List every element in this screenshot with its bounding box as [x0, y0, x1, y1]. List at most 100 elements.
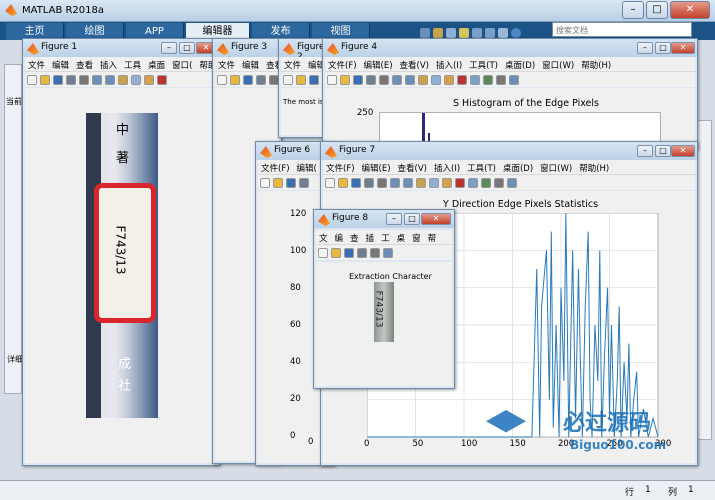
- figure4-window[interactable]: Figure 4 – □ ✕ 文件(F) 编辑(E) 查看(V) 插入(I) 工具(T) 桌面…: [322, 38, 698, 153]
- brush-icon[interactable]: [157, 75, 167, 85]
- menu-item[interactable]: 桌面: [148, 59, 165, 71]
- figure7-titlebar[interactable]: Figure 7 – □ ✕: [321, 142, 697, 160]
- paste-icon[interactable]: [459, 28, 469, 38]
- data-cursor-icon[interactable]: [442, 178, 452, 188]
- menu-item[interactable]: 窗口(: [172, 59, 192, 71]
- zoom-out-icon[interactable]: [105, 75, 115, 85]
- figure8-close[interactable]: ✕: [421, 213, 451, 225]
- menu-item[interactable]: 文: [319, 232, 328, 244]
- open-icon[interactable]: [331, 248, 341, 258]
- menu-item[interactable]: 文件(F): [261, 162, 290, 174]
- figure1-titlebar[interactable]: Figure 1 – □ ✕: [23, 39, 219, 57]
- new-figure-icon[interactable]: [325, 178, 335, 188]
- figure4-minimize[interactable]: –: [637, 42, 653, 54]
- search-documentation-input[interactable]: 搜索文档: [552, 22, 692, 37]
- new-figure-icon[interactable]: [217, 75, 227, 85]
- menu-item[interactable]: 帮: [428, 232, 437, 244]
- new-figure-icon[interactable]: [327, 75, 337, 85]
- figure8-minimize[interactable]: –: [386, 213, 402, 225]
- minimize-button[interactable]: –: [622, 1, 644, 19]
- save-icon[interactable]: [353, 75, 363, 85]
- new-figure-icon[interactable]: [27, 75, 37, 85]
- maximize-button[interactable]: □: [646, 1, 668, 19]
- zoom-in-icon[interactable]: [383, 248, 393, 258]
- rotate-icon[interactable]: [429, 178, 439, 188]
- dock-icon[interactable]: [509, 75, 519, 85]
- pan-icon[interactable]: [418, 75, 428, 85]
- legend-icon[interactable]: [496, 75, 506, 85]
- menu-item[interactable]: 文件: [28, 59, 45, 71]
- undo-icon[interactable]: [472, 28, 482, 38]
- figure8-maximize[interactable]: □: [404, 213, 420, 225]
- figure7-maximize[interactable]: □: [655, 145, 671, 157]
- menu-item[interactable]: 桌: [397, 232, 406, 244]
- menu-item[interactable]: 工: [381, 232, 390, 244]
- save-icon[interactable]: [344, 248, 354, 258]
- brush-icon[interactable]: [455, 178, 465, 188]
- figure8-titlebar[interactable]: Figure 8 – □ ✕: [314, 210, 454, 228]
- menu-item[interactable]: 窗口(W): [542, 59, 574, 71]
- figure1-minimize[interactable]: –: [161, 42, 177, 54]
- figure1-window[interactable]: Figure 1 – □ ✕ 文件 编辑 查看 插入 工具 桌面 窗口(帮助 中 著 F743/…: [22, 38, 220, 466]
- save-icon[interactable]: [420, 28, 430, 38]
- rotate-icon[interactable]: [431, 75, 441, 85]
- figure2-window[interactable]: Figure 2 文件编辑 The most is: [278, 38, 328, 138]
- menu-item[interactable]: 插入(I): [434, 162, 460, 174]
- menu-item[interactable]: 查看(V): [398, 162, 427, 174]
- save-icon[interactable]: [351, 178, 361, 188]
- figure4-titlebar[interactable]: Figure 4 – □ ✕: [323, 39, 697, 57]
- open-icon[interactable]: [338, 178, 348, 188]
- menu-item[interactable]: 帮助(H): [581, 59, 611, 71]
- colorbar-icon[interactable]: [481, 178, 491, 188]
- menu-item[interactable]: 窗口(W): [540, 162, 572, 174]
- rotate-icon[interactable]: [131, 75, 141, 85]
- figure3-titlebar[interactable]: Figure 3: [213, 39, 281, 57]
- menu-item[interactable]: 编辑: [52, 59, 69, 71]
- pan-icon[interactable]: [118, 75, 128, 85]
- help-icon[interactable]: [511, 28, 521, 38]
- redo-icon[interactable]: [485, 28, 495, 38]
- new-figure-icon[interactable]: [318, 248, 328, 258]
- menu-item[interactable]: 插: [366, 232, 375, 244]
- data-cursor-icon[interactable]: [144, 75, 154, 85]
- menu-item[interactable]: 插入(I): [436, 59, 462, 71]
- colorbar-icon[interactable]: [483, 75, 493, 85]
- figure2-titlebar[interactable]: Figure 2: [279, 39, 327, 62]
- pointer-icon[interactable]: [370, 248, 380, 258]
- print-icon[interactable]: [364, 178, 374, 188]
- figure7-close[interactable]: ✕: [671, 145, 695, 157]
- menu-item[interactable]: 文件(F): [328, 59, 357, 71]
- print-icon[interactable]: [357, 248, 367, 258]
- menu-item[interactable]: 插入: [100, 59, 117, 71]
- menu-item[interactable]: 查: [350, 232, 359, 244]
- zoom-in-icon[interactable]: [392, 75, 402, 85]
- figure4-close[interactable]: ✕: [671, 42, 695, 54]
- menu-item[interactable]: 编辑: [242, 59, 259, 71]
- link-icon[interactable]: [470, 75, 480, 85]
- figure4-maximize[interactable]: □: [655, 42, 671, 54]
- new-figure-icon[interactable]: [283, 75, 293, 85]
- pointer-icon[interactable]: [379, 75, 389, 85]
- open-icon[interactable]: [296, 75, 306, 85]
- figure7-minimize[interactable]: –: [637, 145, 653, 157]
- menu-item[interactable]: 桌面(D): [503, 162, 533, 174]
- menu-item[interactable]: 窗: [412, 232, 421, 244]
- link-icon[interactable]: [468, 178, 478, 188]
- print-icon[interactable]: [299, 178, 309, 188]
- menu-item[interactable]: 编辑(: [297, 162, 317, 174]
- legend-icon[interactable]: [494, 178, 504, 188]
- open-icon[interactable]: [273, 178, 283, 188]
- dock-icon[interactable]: [507, 178, 517, 188]
- open-icon[interactable]: [230, 75, 240, 85]
- figure1-maximize[interactable]: □: [179, 42, 195, 54]
- menu-item[interactable]: 编: [335, 232, 344, 244]
- menu-item[interactable]: 桌面(D): [505, 59, 535, 71]
- menu-item[interactable]: 帮助(H): [579, 162, 609, 174]
- menu-item[interactable]: 文件: [218, 59, 235, 71]
- print-icon[interactable]: [366, 75, 376, 85]
- brush-icon[interactable]: [457, 75, 467, 85]
- pointer-icon[interactable]: [79, 75, 89, 85]
- save-icon[interactable]: [53, 75, 63, 85]
- menu-item[interactable]: 查看(V): [400, 59, 429, 71]
- menu-item[interactable]: 工具: [124, 59, 141, 71]
